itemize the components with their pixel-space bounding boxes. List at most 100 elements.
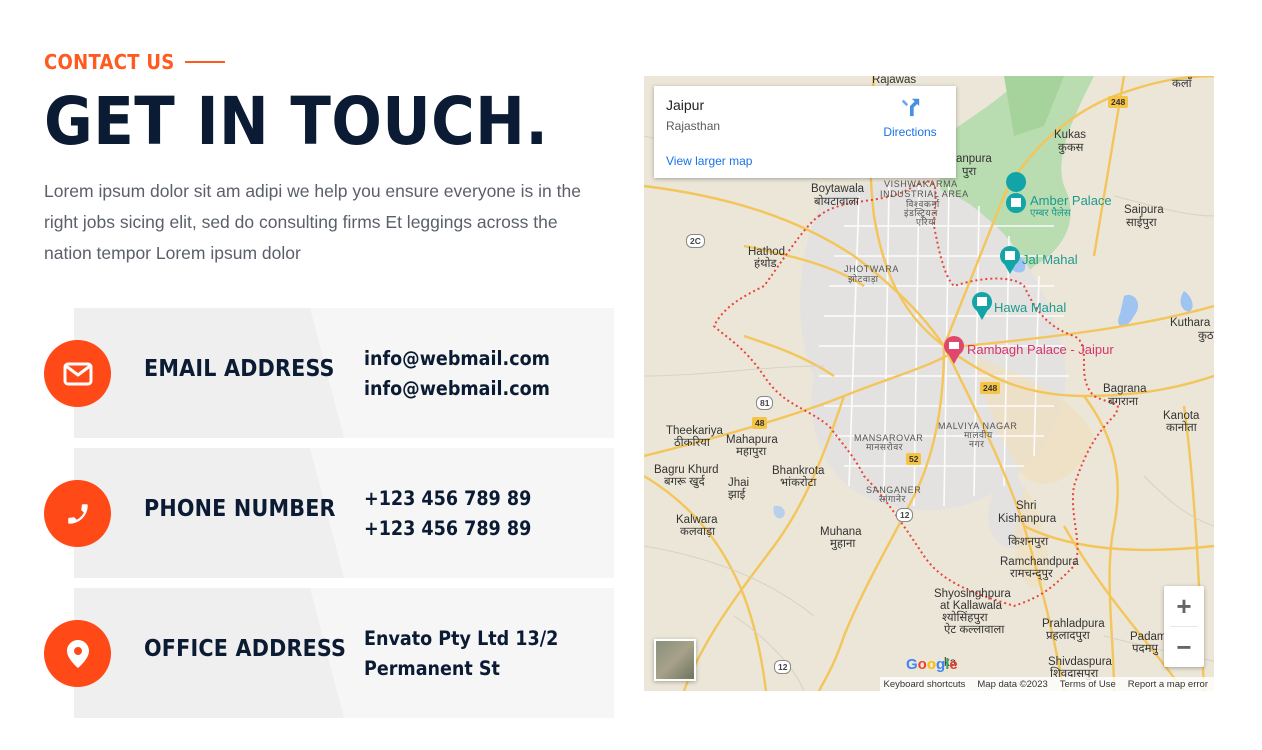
map-label: Kukas <box>1054 129 1086 141</box>
email-line-2[interactable]: info@webmail.com <box>364 374 550 404</box>
office-card: OFFICE ADDRESS Envato Pty Ltd 13/2 Perma… <box>74 588 614 718</box>
section-eyebrow: CONTACT US <box>44 50 225 74</box>
phone-line-1[interactable]: +123 456 789 89 <box>364 484 531 514</box>
map-label: Kuthara <box>1170 317 1211 329</box>
map-label: सांगानेर <box>879 494 906 504</box>
map-label: पदमपु <box>1132 643 1159 655</box>
eyebrow-divider <box>184 61 225 63</box>
map-attribution: Keyboard shortcuts Map data ©2023 Terms … <box>879 677 1214 691</box>
phone-icon <box>44 480 111 547</box>
map-label: Theekariya <box>666 425 723 437</box>
phone-card: PHONE NUMBER +123 456 789 89 +123 456 78… <box>74 448 614 578</box>
map-label: Bagru Khurd <box>654 464 719 476</box>
map-label: Kishanpura <box>998 513 1057 525</box>
highway-shield: 2C <box>686 234 705 248</box>
satellite-view-toggle[interactable] <box>654 639 696 681</box>
directions-button[interactable]: Directions <box>882 96 938 139</box>
email-values: info@webmail.com info@webmail.com <box>364 344 550 404</box>
map-label: anpura <box>956 153 992 165</box>
map-label: किशनपुरा <box>1008 536 1049 548</box>
map-label: पुरा <box>962 166 977 178</box>
map-label: मानसरोवर <box>866 442 904 452</box>
rambagh-palace-label[interactable]: Rambagh Palace - Jaipur <box>967 343 1114 356</box>
google-logo-g: G <box>906 656 918 673</box>
map-label: Bagrana <box>1103 383 1147 395</box>
intro-paragraph: Lorem ipsum dolor sit am adipi we help y… <box>44 181 581 263</box>
view-larger-map-link[interactable]: View larger map <box>666 154 752 168</box>
terms-link[interactable]: Terms of Use <box>1060 679 1116 690</box>
map-label: भांकरोटा <box>780 477 817 489</box>
map-label: एम्बर पैलेस <box>1030 208 1071 219</box>
map-label: कलवाड़ा <box>680 526 716 538</box>
map-label: Kalwara <box>676 514 718 526</box>
map-label: Hathod <box>748 246 786 258</box>
map-label: कानोता <box>1166 422 1197 434</box>
phone-line-2[interactable]: +123 456 789 89 <box>364 514 531 544</box>
email-line-1[interactable]: info@webmail.com <box>364 344 550 374</box>
map-label: at Kallawala <box>940 600 1003 612</box>
map-data-text: Map data ©2023 <box>977 678 1048 690</box>
map-pin-icon <box>44 620 111 687</box>
map-label: Rajawas <box>872 76 917 86</box>
map-label: प्रहलादपुरा <box>1046 630 1090 642</box>
map-label: Shyosinghpura <box>934 588 1011 600</box>
map-label: Kanota <box>1163 410 1200 422</box>
hawa-mahal-label[interactable]: Hawa Mahal <box>994 301 1066 314</box>
map-label: झाई <box>728 489 746 501</box>
map-label: Boytawala <box>811 183 865 195</box>
map-label: एरिया <box>916 217 937 227</box>
map-label: कलाँ <box>1172 78 1192 90</box>
map-label: साईपुरा <box>1126 217 1157 229</box>
place-info-card: Jaipur Rajasthan View larger map Directi… <box>654 86 956 178</box>
phone-values: +123 456 789 89 +123 456 789 89 <box>364 484 531 544</box>
highway-shield: 48 <box>752 417 768 429</box>
map-label: महापुरा <box>736 446 767 458</box>
map-label: Jhai <box>728 477 750 489</box>
map-label: Ramchandpura <box>1000 556 1079 568</box>
amber-palace-label[interactable]: Amber Palace <box>1030 194 1112 207</box>
map-label: श्योसिंहपुरा <box>942 612 988 624</box>
phone-label: PHONE NUMBER <box>144 496 336 522</box>
directions-icon <box>901 98 920 117</box>
page-title: GET IN TOUCH. <box>44 83 549 160</box>
directions-label: Directions <box>883 125 937 139</box>
office-values: Envato Pty Ltd 13/2 Permanent St <box>364 624 558 684</box>
map-label: बगराना <box>1108 396 1139 408</box>
map-label: नगर <box>969 439 985 449</box>
email-card: EMAIL ADDRESS info@webmail.com info@webm… <box>74 308 614 438</box>
eyebrow-label: CONTACT US <box>44 50 175 74</box>
highway-shield: 81 <box>756 396 774 410</box>
place-name: Jaipur <box>666 97 705 113</box>
map-label: मुहाना <box>830 538 856 550</box>
office-line-1: Envato Pty Ltd 13/2 <box>364 627 559 650</box>
map-label: Prahladpura <box>1042 618 1105 630</box>
map-label: Saipura <box>1124 204 1164 216</box>
google-logo: Google <box>906 656 958 673</box>
map-label: ठीकरिया <box>674 437 710 449</box>
map-label: कुठा <box>1198 330 1214 342</box>
highway-shield: 12 <box>774 660 792 674</box>
office-line-2: Permanent St <box>364 657 500 680</box>
report-error-link[interactable]: Report a map error <box>1128 679 1208 690</box>
embedded-map[interactable]: Rajawas कलाँ Kukas कुकस anpura पुरा Boyt… <box>644 76 1214 691</box>
highway-shield: 248 <box>980 382 1001 394</box>
map-label: झोटवाड़ा <box>848 274 879 284</box>
jal-mahal-label[interactable]: Jal Mahal <box>1022 253 1078 266</box>
email-label: EMAIL ADDRESS <box>144 356 335 382</box>
map-label: Mahapura <box>726 434 778 446</box>
map-label: कुकस <box>1058 142 1084 154</box>
zoom-out-button[interactable]: − <box>1164 627 1204 667</box>
highway-shield: 12 <box>896 508 914 522</box>
map-label: Shivdaspura <box>1048 656 1112 668</box>
highway-shield: 52 <box>906 453 922 465</box>
map-label: रामचन्द्पुर <box>1010 568 1053 580</box>
map-label: हंथोड <box>754 258 777 270</box>
map-label: Bhankrota <box>772 465 825 477</box>
office-label: OFFICE ADDRESS <box>144 636 347 662</box>
map-label: ऐट कल्लावाला <box>944 624 1005 636</box>
place-region: Rajasthan <box>666 119 721 133</box>
envelope-icon <box>44 340 111 407</box>
zoom-in-button[interactable]: + <box>1164 586 1204 626</box>
keyboard-shortcuts-link[interactable]: Keyboard shortcuts <box>884 679 966 690</box>
highway-shield: 248 <box>1108 96 1129 108</box>
